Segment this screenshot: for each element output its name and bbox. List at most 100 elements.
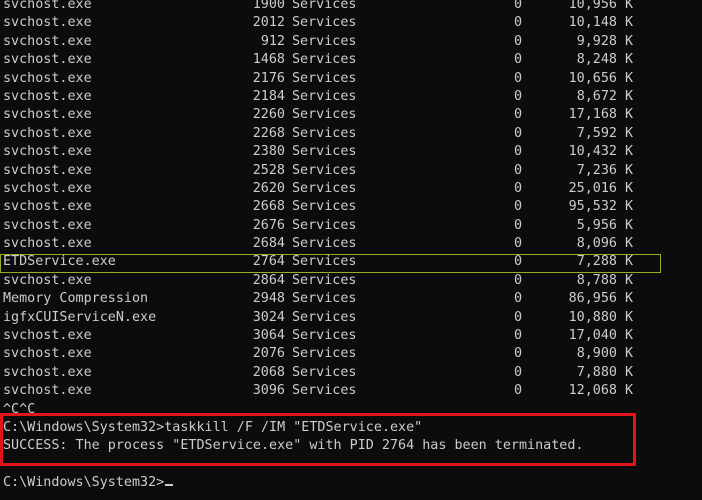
process-pid: 3096: [252, 383, 285, 399]
session-name: Services: [292, 33, 357, 49]
process-pid: 3064: [252, 328, 285, 344]
session-name: Services: [292, 180, 357, 196]
memory-usage: 8,096: [576, 236, 617, 252]
session-number: 0: [514, 199, 523, 215]
session-number: 0: [514, 107, 523, 123]
terminal-output[interactable]: svchost.exe 1900 Services 0 10,956 Ksvchost.e…: [3, 0, 702, 493]
session-name: Services: [292, 70, 357, 86]
text-cursor: [165, 484, 174, 487]
session-number: 0: [514, 236, 523, 252]
process-pid: 3024: [252, 309, 285, 325]
process-pid: 2948: [252, 291, 285, 307]
memory-usage: 10,656: [568, 70, 617, 86]
process-name: svchost.exe: [3, 70, 92, 86]
memory-unit: K: [625, 217, 634, 233]
session-number: 0: [514, 33, 523, 49]
process-name: svchost.exe: [3, 125, 92, 141]
memory-unit: K: [625, 364, 634, 380]
process-pid: 2068: [252, 364, 285, 380]
session-name: Services: [292, 144, 357, 160]
session-number: 0: [514, 180, 523, 196]
process-name: Memory Compression: [3, 291, 149, 307]
process-pid: 912: [260, 33, 285, 49]
process-row: svchost.exe 912 Services 0 9,928 K: [3, 33, 702, 51]
session-number: 0: [514, 217, 523, 233]
process-name: svchost.exe: [3, 199, 92, 215]
process-row: svchost.exe 2684 Services 0 8,096 K: [3, 235, 702, 253]
process-name: igfxCUIServiceN.exe: [3, 309, 157, 325]
process-name: svchost.exe: [3, 107, 92, 123]
memory-usage: 8,900: [576, 346, 617, 362]
session-name: Services: [292, 272, 357, 288]
session-name: Services: [292, 52, 357, 68]
process-row: svchost.exe 2176 Services 0 10,656 K: [3, 70, 702, 88]
interrupt-line: ^C^C: [3, 401, 702, 419]
memory-usage: 86,956: [568, 291, 617, 307]
memory-unit: K: [625, 33, 634, 49]
memory-unit: K: [625, 52, 634, 68]
prompt-input[interactable]: C:\Windows\System32>: [3, 474, 174, 492]
session-number: 0: [514, 15, 523, 31]
memory-unit: K: [625, 272, 634, 288]
memory-usage: 10,148: [568, 15, 617, 31]
process-name: svchost.exe: [3, 180, 92, 196]
session-number: 0: [514, 0, 523, 12]
session-number: 0: [514, 291, 523, 307]
process-pid: 2684: [252, 236, 285, 252]
session-name: Services: [292, 125, 357, 141]
session-number: 0: [514, 162, 523, 178]
process-name: svchost.exe: [3, 0, 92, 12]
session-name: Services: [292, 236, 357, 252]
session-number: 0: [514, 364, 523, 380]
memory-unit: K: [625, 15, 634, 31]
process-row: svchost.exe 2184 Services 0 8,672 K: [3, 88, 702, 106]
process-pid: 2268: [252, 125, 285, 141]
process-row: igfxCUIServiceN.exe 3024 Services 0 10,880 K: [3, 309, 702, 327]
session-name: Services: [292, 107, 357, 123]
process-name: svchost.exe: [3, 217, 92, 233]
prompt-line[interactable]: C:\Windows\System32>: [3, 474, 702, 492]
process-pid: 2528: [252, 162, 285, 178]
memory-usage: 7,592: [576, 125, 617, 141]
memory-usage: 10,880: [568, 309, 617, 325]
process-row: svchost.exe 2260 Services 0 17,168 K: [3, 106, 702, 124]
process-row: svchost.exe 2076 Services 0 8,900 K: [3, 345, 702, 363]
process-row: svchost.exe 1900 Services 0 10,956 K: [3, 0, 702, 14]
session-name: Services: [292, 346, 357, 362]
session-name: Services: [292, 291, 357, 307]
command-text: C:\Windows\System32>taskkill /F /IM "ETD…: [3, 419, 423, 435]
memory-unit: K: [625, 383, 634, 399]
memory-usage: 8,248: [576, 52, 617, 68]
memory-unit: K: [625, 88, 634, 104]
taskkill-result-line: SUCCESS: The process "ETDService.exe" wi…: [3, 437, 702, 455]
memory-usage: 8,672: [576, 88, 617, 104]
session-number: 0: [514, 52, 523, 68]
process-name: svchost.exe: [3, 33, 92, 49]
memory-usage: 10,956: [568, 0, 617, 12]
memory-unit: K: [625, 180, 634, 196]
process-pid: 2676: [252, 217, 285, 233]
process-pid: 2176: [252, 70, 285, 86]
process-name: svchost.exe: [3, 328, 92, 344]
session-number: 0: [514, 383, 523, 399]
memory-unit: K: [625, 125, 634, 141]
session-number: 0: [514, 328, 523, 344]
process-name: svchost.exe: [3, 236, 92, 252]
session-number: 0: [514, 70, 523, 86]
memory-unit: K: [625, 107, 634, 123]
process-row: svchost.exe 2380 Services 0 10,432 K: [3, 143, 702, 161]
session-number: 0: [514, 125, 523, 141]
memory-usage: 7,880: [576, 364, 617, 380]
memory-usage: 9,928: [576, 33, 617, 49]
session-name: Services: [292, 199, 357, 215]
process-row: svchost.exe 3096 Services 0 12,068 K: [3, 382, 702, 400]
process-row: svchost.exe 3064 Services 0 17,040 K: [3, 327, 702, 345]
process-row: svchost.exe 2012 Services 0 10,148 K: [3, 14, 702, 32]
session-name: Services: [292, 15, 357, 31]
process-name: svchost.exe: [3, 144, 92, 160]
process-row: ETDService.exe 2764 Services 0 7,288 K: [3, 253, 702, 271]
interrupt-text: ^C^C: [3, 401, 36, 417]
memory-usage: 7,236: [576, 162, 617, 178]
process-pid: 1468: [252, 52, 285, 68]
